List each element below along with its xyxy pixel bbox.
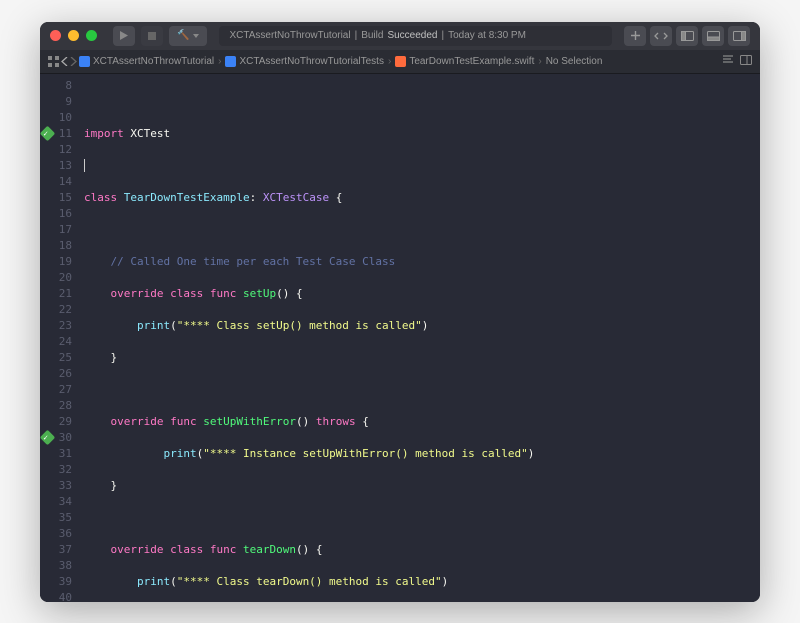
breadcrumb-folder[interactable]: XCTAssertNoThrowTutorialTests bbox=[225, 56, 383, 67]
line-number: 26 bbox=[40, 366, 72, 382]
line-number: 9 bbox=[40, 94, 72, 110]
close-window-button[interactable] bbox=[50, 30, 61, 41]
line-number: 13 bbox=[40, 158, 72, 174]
chevron-left-icon bbox=[61, 57, 68, 66]
status-time: Today at 8:30 PM bbox=[448, 30, 526, 41]
breadcrumb-separator: › bbox=[388, 56, 391, 67]
chevron-down-icon bbox=[193, 34, 199, 38]
add-button[interactable] bbox=[624, 26, 646, 46]
line-number: 16 bbox=[40, 206, 72, 222]
breadcrumb-selection[interactable]: No Selection bbox=[546, 56, 603, 67]
breadcrumb-file[interactable]: TearDownTestExample.swift bbox=[395, 56, 534, 67]
line-number: 20 bbox=[40, 270, 72, 286]
adjust-editor-options-button[interactable] bbox=[740, 55, 752, 68]
code-review-button[interactable] bbox=[650, 26, 672, 46]
toggle-right-panel-button[interactable] bbox=[728, 26, 750, 46]
breadcrumb-separator: › bbox=[538, 56, 541, 67]
line-gutter[interactable]: 8 9 10 11 12 13 14 15 16 17 18 19 20 21 … bbox=[40, 74, 80, 602]
line-number[interactable]: 11 bbox=[40, 126, 72, 142]
line-number: 18 bbox=[40, 238, 72, 254]
fullscreen-window-button[interactable] bbox=[86, 30, 97, 41]
line-number: 40 bbox=[40, 590, 72, 602]
text-cursor bbox=[84, 159, 85, 172]
toggle-left-panel-button[interactable] bbox=[676, 26, 698, 46]
line-number: 10 bbox=[40, 110, 72, 126]
line-number: 17 bbox=[40, 222, 72, 238]
line-number[interactable]: 30 bbox=[40, 430, 72, 446]
line-number: 27 bbox=[40, 382, 72, 398]
stop-button[interactable] bbox=[141, 26, 163, 46]
swift-file-icon bbox=[395, 56, 406, 67]
status-project: XCTAssertNoThrowTutorial bbox=[229, 30, 350, 41]
minimap-button[interactable] bbox=[722, 55, 734, 68]
line-number: 28 bbox=[40, 398, 72, 414]
line-number: 23 bbox=[40, 318, 72, 334]
activity-status[interactable]: XCTAssertNoThrowTutorial | Build Succeed… bbox=[219, 26, 612, 46]
scheme-icon: 🔨 bbox=[177, 30, 189, 41]
breadcrumb-bar: XCTAssertNoThrowTutorial › XCTAssertNoTh… bbox=[40, 50, 760, 74]
line-number: 24 bbox=[40, 334, 72, 350]
line-number: 37 bbox=[40, 542, 72, 558]
line-number: 22 bbox=[40, 302, 72, 318]
code-editor[interactable]: 8 9 10 11 12 13 14 15 16 17 18 19 20 21 … bbox=[40, 74, 760, 602]
related-items-button[interactable] bbox=[48, 56, 59, 67]
grid-icon bbox=[48, 56, 59, 67]
line-number: 8 bbox=[40, 78, 72, 94]
breadcrumb-separator: › bbox=[218, 56, 221, 67]
titlebar: 🔨 XCTAssertNoThrowTutorial | Build Succe… bbox=[40, 22, 760, 50]
line-number: 25 bbox=[40, 350, 72, 366]
line-number: 19 bbox=[40, 254, 72, 270]
line-number: 34 bbox=[40, 494, 72, 510]
line-number: 29 bbox=[40, 414, 72, 430]
line-number: 12 bbox=[40, 142, 72, 158]
line-number: 38 bbox=[40, 558, 72, 574]
toggle-bottom-panel-button[interactable] bbox=[702, 26, 724, 46]
nav-forward-button[interactable] bbox=[70, 57, 77, 66]
line-number: 36 bbox=[40, 526, 72, 542]
xcode-window: 🔨 XCTAssertNoThrowTutorial | Build Succe… bbox=[40, 22, 760, 602]
chevron-right-icon bbox=[70, 57, 77, 66]
code-area[interactable]: import XCTest class TearDownTestExample:… bbox=[80, 74, 760, 602]
test-success-diamond-icon[interactable] bbox=[40, 429, 55, 445]
minimize-window-button[interactable] bbox=[68, 30, 79, 41]
line-number: 32 bbox=[40, 462, 72, 478]
breadcrumb-project[interactable]: XCTAssertNoThrowTutorial bbox=[79, 56, 214, 67]
line-number: 33 bbox=[40, 478, 72, 494]
line-number: 21 bbox=[40, 286, 72, 302]
line-number: 31 bbox=[40, 446, 72, 462]
line-number: 14 bbox=[40, 174, 72, 190]
line-number: 35 bbox=[40, 510, 72, 526]
scheme-selector[interactable]: 🔨 bbox=[169, 26, 207, 46]
folder-icon bbox=[225, 56, 236, 67]
project-icon bbox=[79, 56, 90, 67]
nav-back-button[interactable] bbox=[61, 57, 68, 66]
test-success-diamond-icon[interactable] bbox=[40, 125, 55, 141]
run-button[interactable] bbox=[113, 26, 135, 46]
status-result: Succeeded bbox=[387, 30, 437, 41]
window-controls bbox=[50, 30, 97, 41]
line-number: 39 bbox=[40, 574, 72, 590]
line-number: 15 bbox=[40, 190, 72, 206]
